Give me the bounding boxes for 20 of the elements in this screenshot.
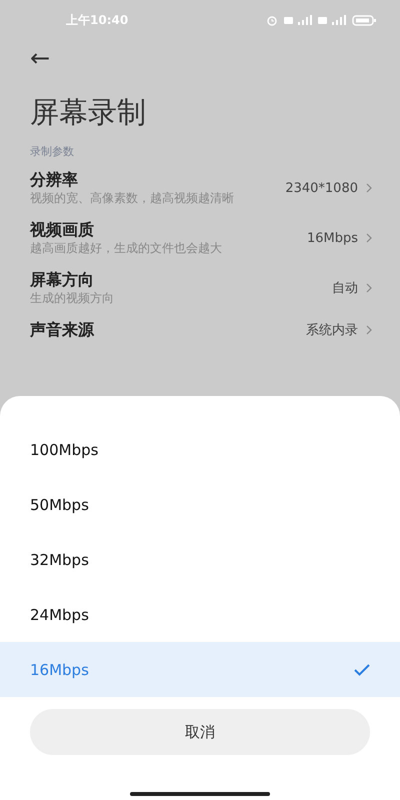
setting-title: 屏幕方向	[30, 269, 94, 290]
page-title: 屏幕录制	[30, 94, 146, 130]
setting-description: 生成的视频方向	[30, 290, 115, 307]
option-item[interactable]: 100Mbps	[0, 422, 400, 477]
setting-value: 2340*1080	[285, 180, 358, 196]
setting-description: 越高画质越好，生成的文件也会越大	[30, 240, 223, 257]
option-item[interactable]: 24Mbps	[0, 587, 400, 642]
section-label: 录制参数	[30, 144, 74, 159]
setting-value: 自动	[332, 280, 358, 297]
setting-value: 16Mbps	[306, 230, 358, 246]
option-item[interactable]: 50Mbps	[0, 477, 400, 532]
option-item[interactable]: 32Mbps	[0, 532, 400, 587]
cancel-button[interactable]: 取消	[30, 709, 370, 755]
option-item[interactable]: 16Mbps	[0, 642, 400, 697]
back-button[interactable]: ←	[30, 44, 50, 72]
setting-title: 视频画质	[30, 219, 94, 240]
setting-value: 系统内录	[306, 322, 358, 338]
setting-description: 视频的宽、高像素数，越高视频越清晰	[30, 190, 235, 207]
setting-title: 声音来源	[30, 319, 94, 340]
setting-title: 分辨率	[30, 169, 78, 190]
